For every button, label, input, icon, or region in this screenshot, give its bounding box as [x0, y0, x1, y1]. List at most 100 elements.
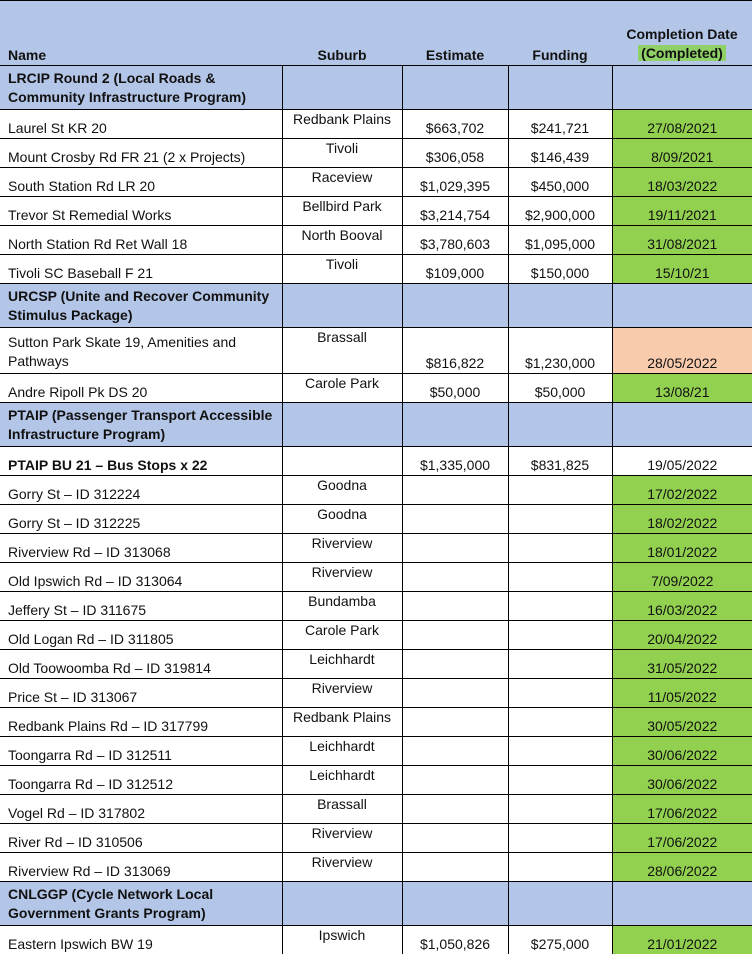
project-name-cell: Gorry St – ID 312225 — [0, 505, 282, 534]
project-name-cell: Laurel St KR 20 — [0, 110, 282, 139]
estimate-cell: $50,000 — [402, 374, 508, 403]
funding-cell — [508, 679, 612, 708]
section-empty-cell — [282, 66, 402, 110]
funding-cell: $150,000 — [508, 255, 612, 284]
funding-cell — [508, 621, 612, 650]
table-row: Toongarra Rd – ID 312512Leichhardt30/06/… — [0, 766, 752, 795]
table-row: North Station Rd Ret Wall 18North Booval… — [0, 226, 752, 255]
section-empty-cell — [402, 882, 508, 926]
section-title: PTAIP (Passenger Transport Accessible In… — [0, 403, 282, 447]
suburb-cell: Brassall — [282, 328, 402, 374]
completion-date-cell: 18/02/2022 — [612, 505, 752, 534]
section-row: CNLGGP (Cycle Network Local Government G… — [0, 882, 752, 926]
estimate-cell — [402, 563, 508, 592]
project-name-cell: Andre Ripoll Pk DS 20 — [0, 374, 282, 403]
project-name-cell: North Station Rd Ret Wall 18 — [0, 226, 282, 255]
header-suburb: Suburb — [282, 1, 402, 66]
completion-date-cell: 16/03/2022 — [612, 592, 752, 621]
project-name-cell: Riverview Rd – ID 313069 — [0, 853, 282, 882]
table-row: South Station Rd LR 20Raceview$1,029,395… — [0, 168, 752, 197]
project-name-cell: Riverview Rd – ID 313068 — [0, 534, 282, 563]
table-row: Price St – ID 313067Riverview11/05/2022 — [0, 679, 752, 708]
estimate-cell — [402, 621, 508, 650]
funding-cell: $275,000 — [508, 926, 612, 954]
suburb-cell: North Booval — [282, 226, 402, 255]
section-empty-cell — [612, 284, 752, 328]
funding-cell — [508, 563, 612, 592]
table-row: Gorry St – ID 312225Goodna 18/02/2022 — [0, 505, 752, 534]
funding-cell — [508, 737, 612, 766]
suburb-cell: Ipswich — [282, 926, 402, 954]
project-name-cell: Old Logan Rd – ID 311805 — [0, 621, 282, 650]
project-name-cell: Redbank Plains Rd – ID 317799 — [0, 708, 282, 737]
suburb-cell: Brassall — [282, 795, 402, 824]
table-row: Gorry St – ID 312224Goodna 17/02/2022 — [0, 476, 752, 505]
project-name-cell: Gorry St – ID 312224 — [0, 476, 282, 505]
completion-date-cell: 31/08/2021 — [612, 226, 752, 255]
estimate-cell — [402, 708, 508, 737]
funding-cell — [508, 824, 612, 853]
table-row: Tivoli SC Baseball F 21Tivoli$109,000$15… — [0, 255, 752, 284]
projects-table: Name Suburb Estimate Funding Completion … — [0, 0, 752, 954]
project-name-cell: Vogel Rd – ID 317802 — [0, 795, 282, 824]
section-empty-cell — [402, 66, 508, 110]
estimate-cell: $1,029,395 — [402, 168, 508, 197]
suburb-cell: Riverview — [282, 534, 402, 563]
project-name-cell: South Station Rd LR 20 — [0, 168, 282, 197]
table-row: Vogel Rd – ID 317802Brassall17/06/2022 — [0, 795, 752, 824]
header-row: Name Suburb Estimate Funding Completion … — [0, 1, 752, 66]
completion-date-cell: 18/03/2022 — [612, 168, 752, 197]
suburb-cell: Goodna — [282, 505, 402, 534]
spreadsheet: Name Suburb Estimate Funding Completion … — [0, 0, 752, 862]
funding-cell — [508, 766, 612, 795]
section-empty-cell — [508, 882, 612, 926]
table-row: Jeffery St – ID 311675Bundamba16/03/2022 — [0, 592, 752, 621]
suburb-cell: Leichhardt — [282, 766, 402, 795]
project-name-cell: Tivoli SC Baseball F 21 — [0, 255, 282, 284]
suburb-cell: Riverview — [282, 824, 402, 853]
estimate-cell — [402, 766, 508, 795]
funding-cell — [508, 534, 612, 563]
completion-date-cell: 18/01/2022 — [612, 534, 752, 563]
project-name-cell: Price St – ID 313067 — [0, 679, 282, 708]
completion-date-cell: 17/02/2022 — [612, 476, 752, 505]
section-empty-cell — [612, 882, 752, 926]
section-empty-cell — [282, 882, 402, 926]
header-completion-date: Completion Date (Completed) — [612, 1, 752, 66]
funding-cell: $50,000 — [508, 374, 612, 403]
section-title: CNLGGP (Cycle Network Local Government G… — [0, 882, 282, 926]
table-row: Sutton Park Skate 19, Amenities and Path… — [0, 328, 752, 374]
section-empty-cell — [508, 284, 612, 328]
table-body: LRCIP Round 2 (Local Roads & Community I… — [0, 66, 752, 954]
suburb-cell: Riverview — [282, 853, 402, 882]
estimate-cell: $3,214,754 — [402, 197, 508, 226]
completion-date-cell: 31/05/2022 — [612, 650, 752, 679]
completion-date-cell: 17/06/2022 — [612, 824, 752, 853]
suburb-cell: Leichhardt — [282, 650, 402, 679]
table-row: Riverview Rd – ID 313068Riverview 18/01/2… — [0, 534, 752, 563]
table-row: PTAIP BU 21 – Bus Stops x 22$1,335,000$8… — [0, 447, 752, 476]
section-empty-cell — [402, 403, 508, 447]
completion-date-cell: 28/06/2022 — [612, 853, 752, 882]
project-name-cell: PTAIP BU 21 – Bus Stops x 22 — [0, 447, 282, 476]
estimate-cell — [402, 476, 508, 505]
project-name-cell: Jeffery St – ID 311675 — [0, 592, 282, 621]
completion-date-cell: 30/05/2022 — [612, 708, 752, 737]
suburb-cell: Tivoli — [282, 255, 402, 284]
funding-cell — [508, 476, 612, 505]
suburb-cell: Goodna — [282, 476, 402, 505]
funding-cell — [508, 592, 612, 621]
completion-date-cell: 13/08/21 — [612, 374, 752, 403]
suburb-cell: Riverview — [282, 679, 402, 708]
estimate-cell: $1,050,826 — [402, 926, 508, 954]
table-row: Old Ipswich Rd – ID 313064Riverview7/09/… — [0, 563, 752, 592]
section-row: LRCIP Round 2 (Local Roads & Community I… — [0, 66, 752, 110]
table-row: Andre Ripoll Pk DS 20Carole Park$50,000$… — [0, 374, 752, 403]
funding-cell: $831,825 — [508, 447, 612, 476]
funding-cell: $450,000 — [508, 168, 612, 197]
section-title: LRCIP Round 2 (Local Roads & Community I… — [0, 66, 282, 110]
table-row: Eastern Ipswich BW 19Ipswich$1,050,826$2… — [0, 926, 752, 954]
suburb-cell: Raceview — [282, 168, 402, 197]
estimate-cell — [402, 737, 508, 766]
section-row: PTAIP (Passenger Transport Accessible In… — [0, 403, 752, 447]
